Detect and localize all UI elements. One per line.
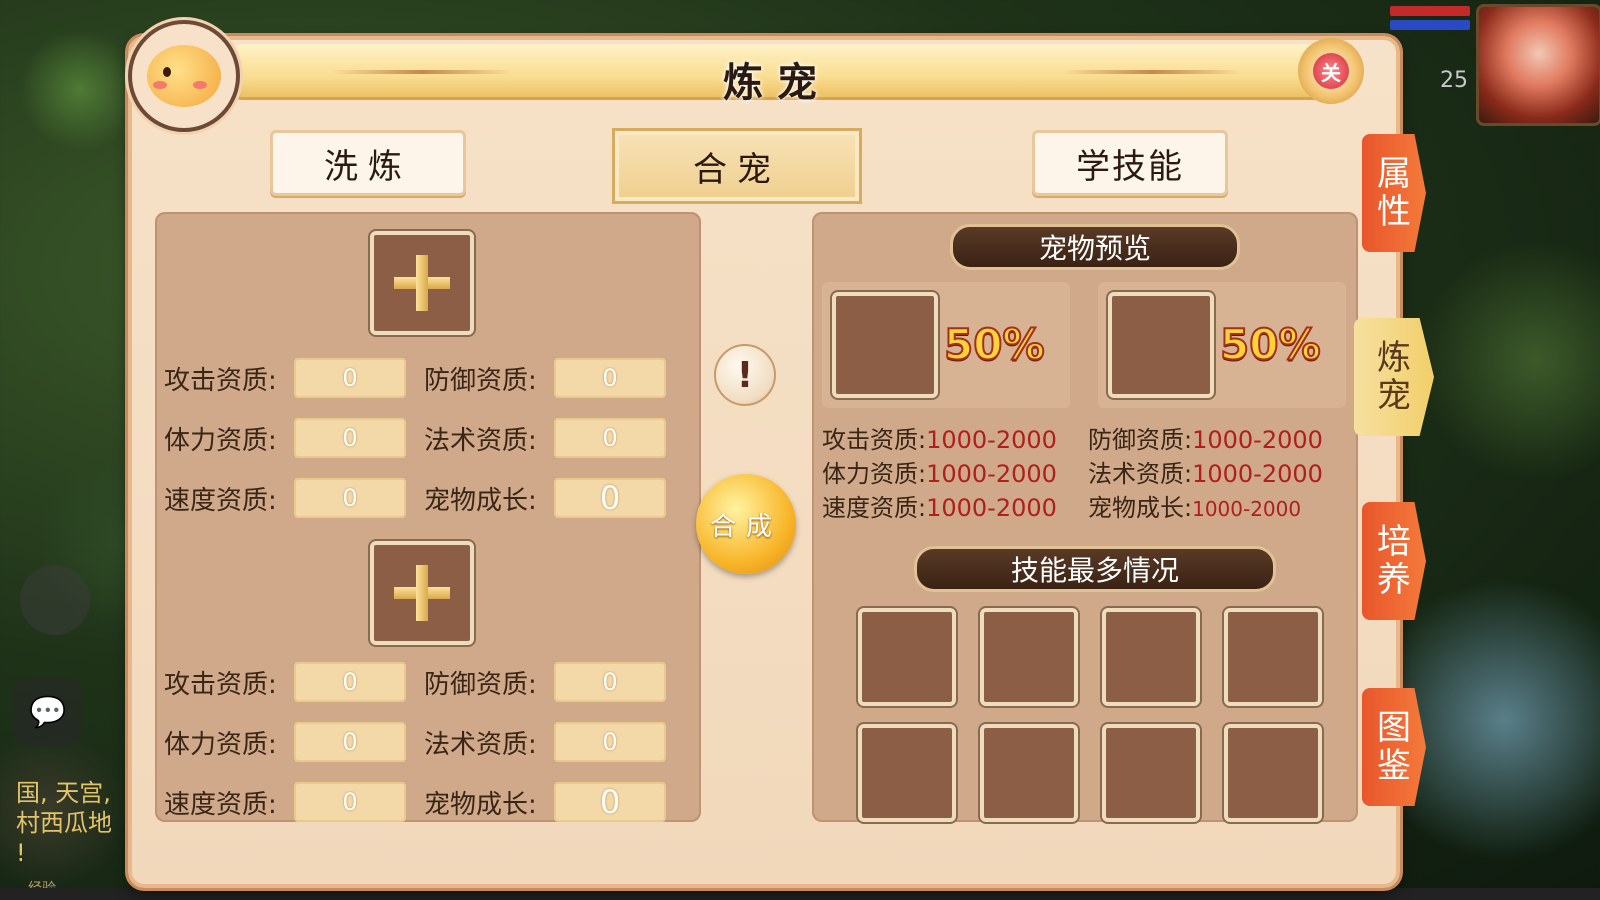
- preview-stat-label: 防御资质:: [1088, 426, 1193, 454]
- side-tab-refine-pet[interactable]: 炼宠: [1354, 318, 1434, 436]
- preview-banner: 宠物预览: [950, 224, 1240, 270]
- side-tab-label: 培养: [1377, 522, 1411, 600]
- preview-stat: 攻击资质:1000-2000: [822, 420, 1057, 455]
- plus-icon-stem: [416, 565, 428, 621]
- skills-banner: 技能最多情况: [914, 546, 1276, 592]
- skill-slot[interactable]: [1102, 608, 1200, 706]
- chance-percent: 50%: [1219, 319, 1322, 370]
- preview-stat: 防御资质:1000-2000: [1088, 420, 1323, 455]
- stat-label: 速度资质:: [164, 790, 277, 820]
- preview-stat-value: 1000-2000: [926, 494, 1057, 522]
- skill-slot[interactable]: [858, 608, 956, 706]
- preview-stat: 法术资质:1000-2000: [1088, 454, 1323, 489]
- stat-value: 0: [554, 358, 666, 398]
- preview-stat-value: 1000-2000: [1192, 460, 1323, 488]
- tab-refine[interactable]: 洗炼: [270, 130, 466, 196]
- side-tab-label: 图鉴: [1377, 708, 1411, 786]
- skill-slot[interactable]: [858, 724, 956, 822]
- player-status-bars: [1390, 6, 1470, 34]
- skill-slot[interactable]: [980, 724, 1078, 822]
- side-tab-label: 炼宠: [1377, 338, 1411, 416]
- exp-bar: [0, 888, 1600, 900]
- stat-value: 0: [554, 478, 666, 518]
- stat-value: 0: [294, 358, 406, 398]
- preview-card-1: 50%: [822, 282, 1070, 408]
- preview-card-2: 50%: [1098, 282, 1346, 408]
- skill-slot[interactable]: [1224, 608, 1322, 706]
- add-pet-slot-1[interactable]: [370, 231, 474, 335]
- preview-pet-slot[interactable]: [832, 292, 938, 398]
- side-tab-train[interactable]: 培养: [1362, 502, 1426, 620]
- stat-label: 防御资质:: [424, 670, 537, 700]
- stat-label: 法术资质:: [424, 730, 537, 760]
- info-button[interactable]: !: [714, 344, 776, 406]
- preview-stat-value: 1000-2000: [1192, 426, 1323, 454]
- chat-bubble-icon[interactable]: 💬: [14, 678, 82, 746]
- side-tab-label: 属性: [1377, 154, 1411, 232]
- mp-bar: [1390, 20, 1470, 30]
- mascot-face-icon: [147, 45, 221, 107]
- chat-line: 国, 天宫,: [16, 779, 111, 807]
- stat-label: 宠物成长:: [424, 790, 537, 820]
- preview-stat-value: 1000-2000: [1192, 497, 1302, 521]
- skill-slot[interactable]: [1224, 724, 1322, 822]
- stat-value: 0: [554, 782, 666, 822]
- close-icon: 关: [1313, 53, 1349, 89]
- chat-line: !: [16, 839, 26, 867]
- player-portrait[interactable]: [1476, 4, 1600, 126]
- stat-label: 防御资质:: [424, 366, 537, 396]
- preview-stat-value: 1000-2000: [926, 460, 1057, 488]
- plus-icon-stem: [416, 255, 428, 311]
- preview-pet-slot[interactable]: [1108, 292, 1214, 398]
- stat-label: 速度资质:: [164, 486, 277, 516]
- skill-slot[interactable]: [980, 608, 1078, 706]
- stat-value: 0: [554, 722, 666, 762]
- close-button[interactable]: 关: [1298, 38, 1364, 104]
- hp-bar: [1390, 6, 1470, 16]
- preview-stat: 体力资质:1000-2000: [822, 454, 1057, 489]
- skill-slot[interactable]: [1102, 724, 1200, 822]
- stat-label: 宠物成长:: [424, 486, 537, 516]
- stat-value: 0: [294, 662, 406, 702]
- preview-stat-value: 1000-2000: [926, 426, 1057, 454]
- player-level: 25: [1440, 68, 1468, 93]
- stat-label: 攻击资质:: [164, 366, 277, 396]
- stat-label: 攻击资质:: [164, 670, 277, 700]
- stat-value: 0: [294, 722, 406, 762]
- chance-percent: 50%: [943, 319, 1046, 370]
- preview-stat-label: 体力资质:: [822, 460, 927, 488]
- side-tab-handbook[interactable]: 图鉴: [1362, 688, 1426, 806]
- preview-stat: 速度资质:1000-2000: [822, 488, 1057, 523]
- side-tab-attributes[interactable]: 属性: [1362, 134, 1426, 252]
- preview-stat-label: 宠物成长:: [1088, 494, 1193, 522]
- title-bar: 炼宠: [232, 44, 1322, 106]
- friend-icon[interactable]: [20, 565, 90, 635]
- tab-merge-pet[interactable]: 合宠: [612, 128, 862, 204]
- preview-stat-label: 攻击资质:: [822, 426, 927, 454]
- preview-stat-label: 法术资质:: [1088, 460, 1193, 488]
- add-pet-slot-2[interactable]: [370, 541, 474, 645]
- combine-button[interactable]: 合成: [696, 474, 796, 574]
- stat-value: 0: [554, 662, 666, 702]
- tab-learn-skill[interactable]: 学技能: [1032, 130, 1228, 196]
- stat-value: 0: [294, 478, 406, 518]
- stat-value: 0: [554, 418, 666, 458]
- stat-label: 体力资质:: [164, 730, 277, 760]
- stat-value: 0: [294, 418, 406, 458]
- stat-value: 0: [294, 782, 406, 822]
- preview-stat-label: 速度资质:: [822, 494, 927, 522]
- chat-preview: 国, 天宫, 村西瓜地 !: [16, 778, 126, 868]
- stat-label: 法术资质:: [424, 426, 537, 456]
- stat-label: 体力资质:: [164, 426, 277, 456]
- pet-mascot-avatar: [128, 20, 240, 132]
- chat-line: 村西瓜地: [16, 809, 112, 837]
- panel-title: 炼宠: [723, 60, 831, 106]
- preview-stat: 宠物成长:1000-2000: [1088, 488, 1301, 523]
